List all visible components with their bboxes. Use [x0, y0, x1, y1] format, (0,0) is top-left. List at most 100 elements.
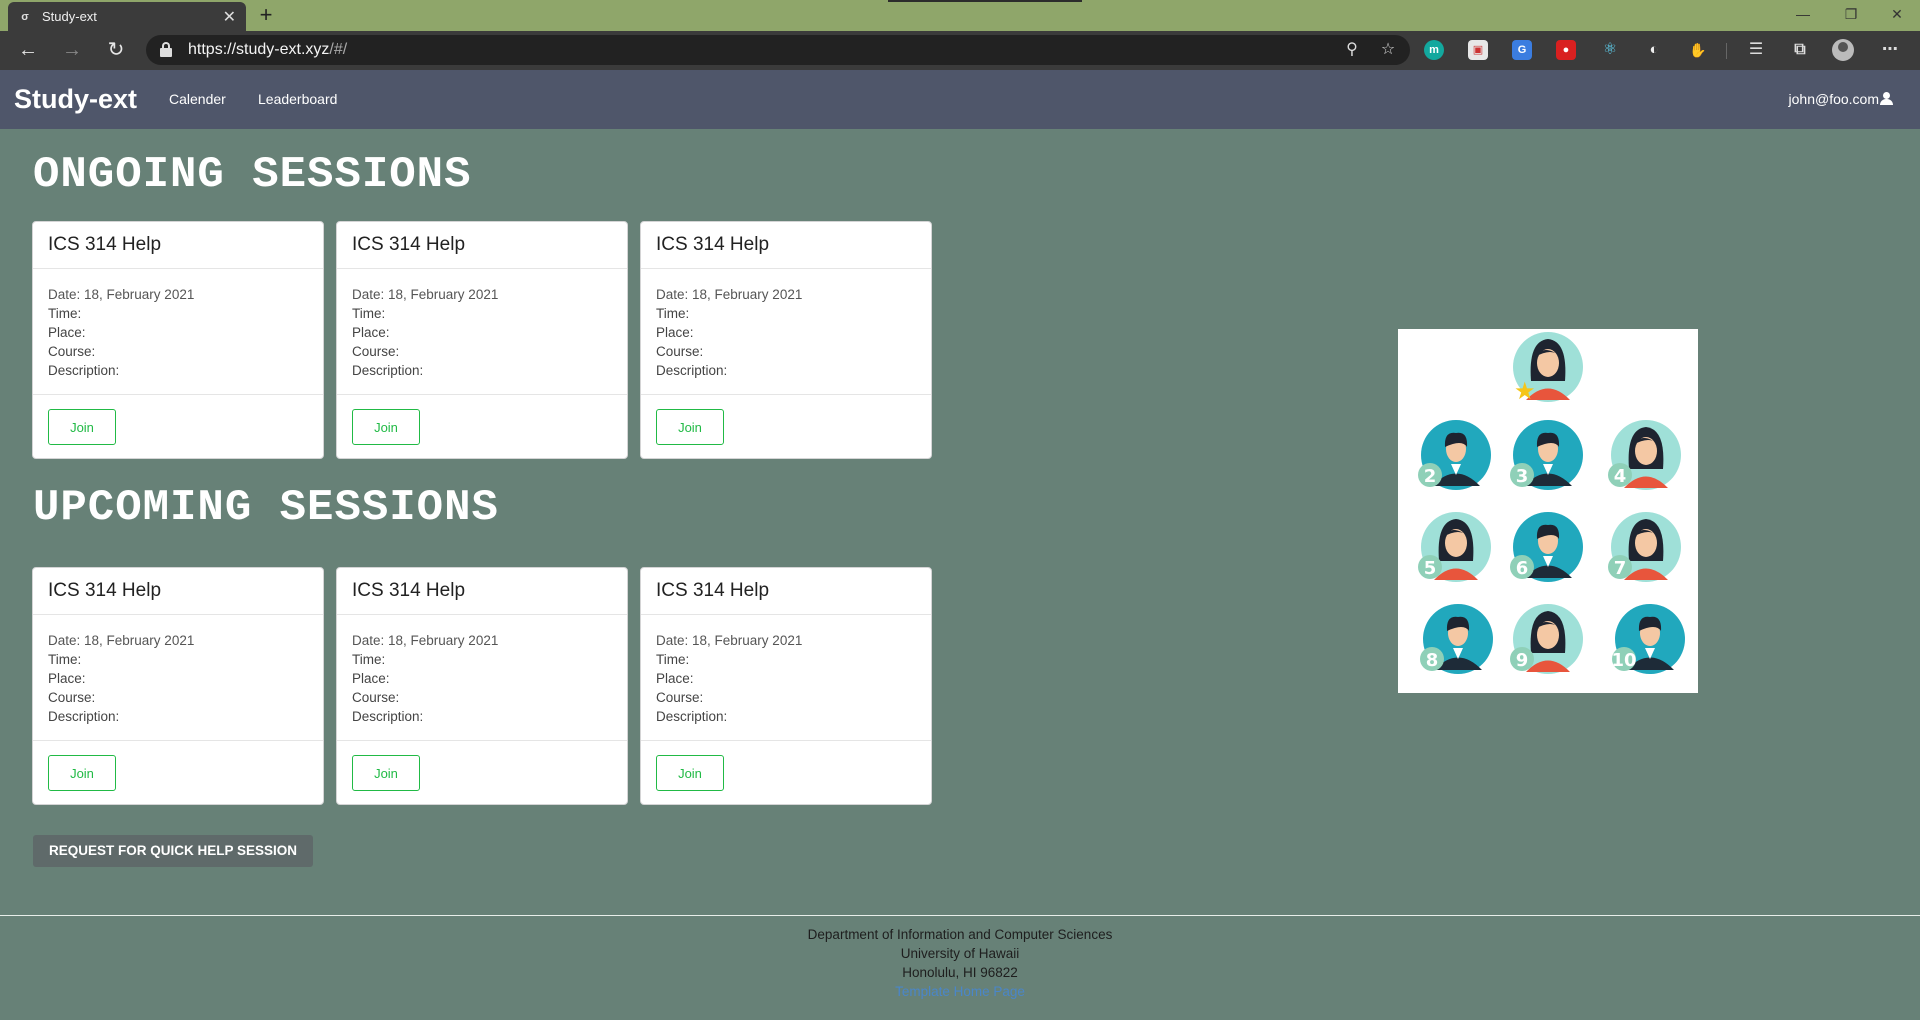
nav-calender[interactable]: Calender — [169, 91, 226, 107]
rank-number: 9 — [1516, 650, 1529, 671]
session-time: Time: — [352, 306, 386, 321]
card-details: Date: 18, February 2021 Time: Place: Cou… — [337, 269, 627, 395]
translate-icon[interactable]: G — [1512, 40, 1532, 60]
back-icon[interactable]: ← — [14, 37, 42, 65]
collections-icon[interactable]: ⧉ — [1790, 40, 1810, 60]
session-course: Course: — [48, 690, 96, 705]
browser-tab[interactable]: σ Study-ext ✕ — [8, 2, 246, 31]
leader-avatar: 8 — [1420, 604, 1493, 674]
refresh-icon[interactable]: ↻ — [102, 37, 130, 65]
key-icon[interactable]: ⚲ — [1342, 40, 1362, 60]
user-menu[interactable]: john@foo.com — [1789, 91, 1893, 107]
card-title: ICS 314 Help — [337, 222, 627, 269]
footer-address: Honolulu, HI 96822 — [902, 965, 1018, 980]
session-course: Course: — [656, 344, 704, 359]
session-place: Place: — [48, 671, 86, 686]
more-menu-icon[interactable]: ⋯ — [1880, 40, 1900, 60]
leader-avatar: ★ — [1513, 332, 1583, 405]
lock-icon — [160, 42, 172, 57]
rank-number: 6 — [1516, 558, 1529, 579]
tab-title: Study-ext — [42, 9, 97, 24]
card-title: ICS 314 Help — [337, 568, 627, 615]
new-tab-button[interactable]: + — [254, 2, 278, 28]
favorite-star-icon[interactable]: ☆ — [1378, 40, 1398, 60]
ongoing-session-card: ICS 314 Help Date: 18, February 2021 Tim… — [336, 221, 628, 459]
leader-avatar: 10 — [1611, 604, 1685, 674]
session-time: Time: — [656, 306, 690, 321]
extension-hand-icon[interactable]: ✋ — [1688, 40, 1708, 60]
address-bar[interactable]: https://study-ext.xyz/#/ ⚲ ☆ — [146, 35, 1410, 65]
forward-icon[interactable]: → — [58, 37, 86, 65]
rank-number: 2 — [1424, 466, 1437, 487]
card-title: ICS 314 Help — [641, 568, 931, 615]
join-button[interactable]: Join — [656, 409, 724, 445]
card-title: ICS 314 Help — [33, 568, 323, 615]
rank-number: 5 — [1424, 558, 1437, 579]
card-details: Date: 18, February 2021 Time: Place: Cou… — [33, 269, 323, 395]
session-date: Date: 18, February 2021 — [656, 633, 803, 648]
leader-avatar: 4 — [1608, 420, 1681, 490]
star-icon: ★ — [1514, 377, 1536, 405]
session-place: Place: — [656, 671, 694, 686]
card-details: Date: 18, February 2021 Time: Place: Cou… — [641, 615, 931, 741]
toolbar-divider — [1726, 43, 1727, 59]
request-quick-help-button[interactable]: REQUEST FOR QUICK HELP SESSION — [33, 835, 313, 867]
extension-image-icon[interactable]: ▣ — [1468, 40, 1488, 60]
join-button[interactable]: Join — [352, 755, 420, 791]
browser-tab-bar: σ Study-ext ✕ + — ❐ ✕ — [0, 0, 1920, 31]
card-details: Date: 18, February 2021 Time: Place: Cou… — [33, 615, 323, 741]
extension-lock-icon[interactable]: ● — [1556, 40, 1576, 60]
session-time: Time: — [352, 652, 386, 667]
ongoing-session-card: ICS 314 Help Date: 18, February 2021 Tim… — [640, 221, 932, 459]
card-details: Date: 18, February 2021 Time: Place: Cou… — [337, 615, 627, 741]
leaderboard-illustration: ★ 2 3 4 5 6 7 8 9 10 — [1398, 329, 1698, 693]
brand-logo[interactable]: Study-ext — [14, 84, 137, 115]
react-devtools-icon[interactable]: ⚛ — [1600, 40, 1620, 60]
url-text[interactable]: https://study-ext.xyz/#/ — [188, 41, 347, 59]
site-navbar: Study-ext Calender Leaderboard john@foo.… — [0, 70, 1920, 129]
session-description: Description: — [48, 363, 120, 378]
session-description: Description: — [656, 709, 728, 724]
ongoing-session-card: ICS 314 Help Date: 18, February 2021 Tim… — [32, 221, 324, 459]
join-button[interactable]: Join — [352, 409, 420, 445]
session-course: Course: — [656, 690, 704, 705]
close-tab-icon[interactable]: ✕ — [223, 7, 236, 27]
session-place: Place: — [352, 671, 390, 686]
ongoing-sessions-heading: ONGOING SESSIONS — [33, 150, 472, 200]
join-button[interactable]: Join — [48, 409, 116, 445]
leader-avatar: 7 — [1608, 512, 1681, 582]
upcoming-sessions-heading: UPCOMING SESSIONS — [33, 483, 499, 533]
leader-avatar: 5 — [1418, 512, 1491, 582]
session-description: Description: — [352, 363, 424, 378]
leader-avatar: 6 — [1510, 512, 1583, 582]
session-place: Place: — [352, 325, 390, 340]
extension-mask-icon[interactable]: ◐ — [1644, 40, 1664, 60]
minimize-window-button[interactable]: — — [1780, 0, 1826, 31]
rank-number: 10 — [1611, 650, 1636, 671]
upcoming-session-card: ICS 314 Help Date: 18, February 2021 Tim… — [336, 567, 628, 805]
session-date: Date: 18, February 2021 — [352, 287, 499, 302]
session-description: Description: — [352, 709, 424, 724]
session-description: Description: — [48, 709, 120, 724]
join-button[interactable]: Join — [48, 755, 116, 791]
upcoming-session-card: ICS 314 Help Date: 18, February 2021 Tim… — [640, 567, 932, 805]
rank-number: 8 — [1426, 650, 1439, 671]
join-button[interactable]: Join — [656, 755, 724, 791]
user-icon — [1880, 92, 1893, 105]
session-time: Time: — [656, 652, 690, 667]
restore-window-button[interactable]: ❐ — [1828, 0, 1874, 31]
template-home-link[interactable]: Template Home Page — [0, 982, 1920, 1001]
nav-leaderboard[interactable]: Leaderboard — [258, 91, 337, 107]
rank-number: 3 — [1516, 466, 1529, 487]
session-time: Time: — [48, 652, 82, 667]
footer-university: University of Hawaii — [900, 946, 1020, 961]
favorites-list-icon[interactable]: ☰ — [1746, 40, 1766, 60]
footer: Department of Information and Computer S… — [0, 925, 1920, 1001]
profile-avatar-icon[interactable] — [1832, 39, 1854, 61]
session-date: Date: 18, February 2021 — [656, 287, 803, 302]
session-date: Date: 18, February 2021 — [48, 287, 195, 302]
close-window-button[interactable]: ✕ — [1874, 0, 1920, 31]
extension-m-icon[interactable]: m — [1424, 40, 1444, 60]
session-date: Date: 18, February 2021 — [352, 633, 499, 648]
card-details: Date: 18, February 2021 Time: Place: Cou… — [641, 269, 931, 395]
